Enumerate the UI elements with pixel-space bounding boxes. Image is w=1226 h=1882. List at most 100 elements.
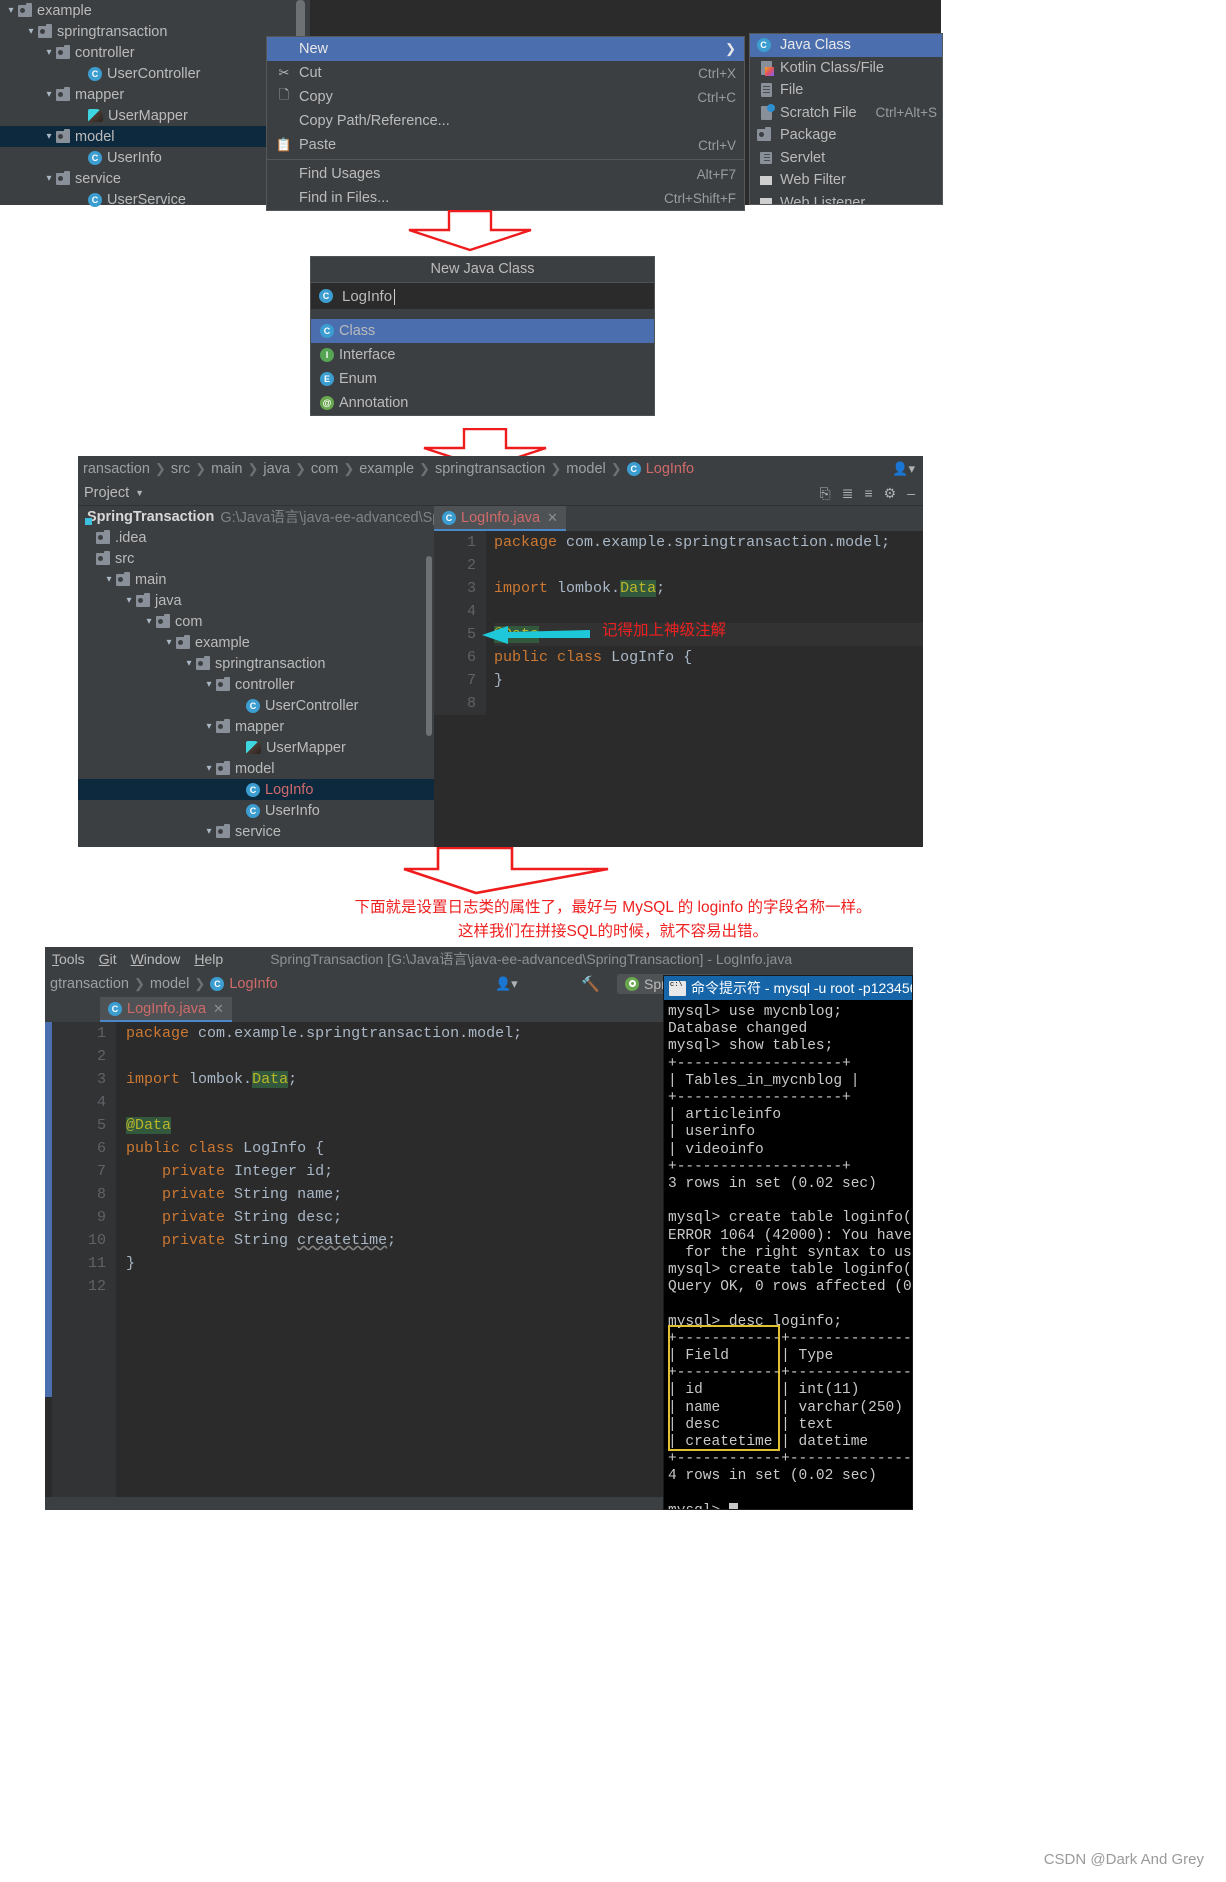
chevron-down-icon[interactable]: ▼ <box>129 488 144 498</box>
code-line[interactable]: } <box>494 669 923 692</box>
dialog-option-interface[interactable]: I Interface <box>311 343 654 367</box>
code-line[interactable]: package com.example.springtransaction.mo… <box>494 531 923 554</box>
context-menu[interactable]: New ❯ ✂ Cut Ctrl+X 🗋 Copy Ctrl+C Copy Path/Refer… <box>266 36 745 211</box>
breadcrumb-segment[interactable]: gtransaction <box>47 976 132 992</box>
breadcrumb-segment[interactable]: com <box>308 461 341 477</box>
tree-item--idea[interactable]: .idea <box>78 527 434 548</box>
tree-item-src[interactable]: src <box>78 548 434 569</box>
submenu-item-file[interactable]: File <box>750 79 942 102</box>
code-line[interactable] <box>494 554 923 577</box>
chevron-icon[interactable]: ▾ <box>42 47 56 58</box>
breadcrumb-segment[interactable]: C LogInfo <box>624 461 697 477</box>
menu-item-find-usages[interactable]: Find Usages Alt+F7 <box>267 162 744 186</box>
target-icon[interactable]: ⎘ <box>820 485 831 502</box>
breadcrumb-segment[interactable]: ransaction <box>80 461 153 477</box>
submenu-item-servlet[interactable]: Servlet <box>750 147 942 170</box>
code-line[interactable] <box>494 692 923 715</box>
tree-item-service[interactable]: ▾ service <box>0 168 268 189</box>
submenu-item-scratch-file[interactable]: Scratch File Ctrl+Alt+S <box>750 102 942 125</box>
tree-item-usermapper[interactable]: UserMapper <box>0 105 268 126</box>
chevron-icon[interactable]: ▾ <box>162 637 176 648</box>
chevron-icon[interactable]: ▾ <box>202 679 216 690</box>
submenu-item-kotlin-class-file[interactable]: Kotlin Class/File <box>750 57 942 80</box>
tree-item-mapper[interactable]: ▾ mapper <box>78 716 434 737</box>
tree-item-service[interactable]: ▾ service <box>78 821 434 842</box>
chevron-icon[interactable]: ▾ <box>4 5 18 16</box>
chevron-icon[interactable]: ▾ <box>142 616 156 627</box>
breadcrumb-segment[interactable]: model <box>147 976 193 992</box>
new-submenu[interactable]: C Java Class Kotlin Class/File File Scratch … <box>749 33 943 205</box>
hammer-icon[interactable]: 🔨 <box>581 975 600 993</box>
tree-item-springtransaction[interactable]: ▾ springtransaction <box>78 653 434 674</box>
menu-item-copy-path-reference[interactable]: Copy Path/Reference... <box>267 109 744 133</box>
tree-item-model[interactable]: ▾ model <box>0 126 268 147</box>
tree-item-usercontroller[interactable]: C UserController <box>78 695 434 716</box>
tree-item-controller[interactable]: ▾ controller <box>78 674 434 695</box>
tree-item-usermapper[interactable]: UserMapper <box>78 737 434 758</box>
tree-item-main[interactable]: ▾ main <box>78 569 434 590</box>
chevron-icon[interactable]: ▾ <box>202 721 216 732</box>
tree-scrollbar[interactable] <box>426 556 432 736</box>
dialog-option-class[interactable]: C Class <box>311 319 654 343</box>
menu-window[interactable]: Window <box>124 951 188 967</box>
breadcrumb-segment[interactable]: C LogInfo <box>207 976 280 992</box>
menu-item-paste[interactable]: 📋 Paste Ctrl+V <box>267 133 744 157</box>
minimize-icon[interactable]: – <box>907 485 915 501</box>
chevron-icon[interactable]: ▾ <box>42 173 56 184</box>
dialog-option-enum[interactable]: E Enum <box>311 367 654 391</box>
command-prompt-window[interactable]: 命令提示符 - mysql -u root -p123456 mysql> us… <box>663 975 913 1510</box>
menu-git[interactable]: Git <box>92 951 124 967</box>
new-java-class-dialog[interactable]: New Java Class C LogInfo C Class I Interfac… <box>310 256 655 416</box>
tree-item-userservice[interactable]: C UserService <box>0 189 268 210</box>
tree-item-model[interactable]: ▾ model <box>78 758 434 779</box>
chevron-icon[interactable]: ▾ <box>202 826 216 837</box>
breadcrumb-segment[interactable]: java <box>260 461 293 477</box>
gear-icon[interactable]: ⚙ <box>884 485 897 502</box>
class-name-input[interactable]: C LogInfo <box>311 282 654 309</box>
project-root-row[interactable]: SpringTransaction G:\Java语言\java-ee-adva… <box>78 506 434 527</box>
chevron-icon[interactable]: ▾ <box>24 26 38 37</box>
chevron-icon[interactable]: ▾ <box>102 574 116 585</box>
breadcrumb-segment[interactable]: springtransaction <box>432 461 548 477</box>
breadcrumb-segment[interactable]: src <box>168 461 193 477</box>
tab-loginfo-java-2[interactable]: C LogInfo.java ✕ <box>100 997 232 1022</box>
tree-item-example[interactable]: ▾ example <box>0 0 268 21</box>
chevron-icon[interactable]: ▾ <box>122 595 136 606</box>
submenu-item-web-listener[interactable]: Web Listener <box>750 192 942 204</box>
code-line[interactable]: public class LogInfo { <box>494 646 923 669</box>
close-icon[interactable]: ✕ <box>213 1001 224 1017</box>
breadcrumb-segment[interactable]: main <box>208 461 245 477</box>
project-panel-title[interactable]: Project <box>78 485 129 501</box>
submenu-item-web-filter[interactable]: Web Filter <box>750 169 942 192</box>
tree-item-mapper[interactable]: ▾ mapper <box>0 84 268 105</box>
breadcrumb-segment[interactable]: model <box>563 461 609 477</box>
chevron-icon[interactable]: ▾ <box>182 658 196 669</box>
tab-loginfo-java[interactable]: C LogInfo.java ✕ <box>434 506 566 531</box>
tree-item-loginfo[interactable]: C LogInfo <box>78 779 434 800</box>
avatar-icon[interactable]: 👤▾ <box>495 976 518 992</box>
tree-item-userinfo[interactable]: C UserInfo <box>78 800 434 821</box>
tree-item-usercontroller[interactable]: C UserController <box>0 63 268 84</box>
tree-item-controller[interactable]: ▾ controller <box>0 42 268 63</box>
menu-tools[interactable]: Tools <box>45 951 92 967</box>
breadcrumb-segment[interactable]: example <box>356 461 417 477</box>
chevron-icon[interactable]: ▾ <box>42 89 56 100</box>
menu-item-cut[interactable]: ✂ Cut Ctrl+X <box>267 61 744 85</box>
tree-item-userinfo[interactable]: C UserInfo <box>0 147 268 168</box>
menu-item-find-in-files[interactable]: Find in Files... Ctrl+Shift+F <box>267 186 744 210</box>
menu-item-new[interactable]: New ❯ <box>267 37 744 61</box>
chevron-icon[interactable]: ▾ <box>202 763 216 774</box>
tree-item-com[interactable]: ▾ com <box>78 611 434 632</box>
close-icon[interactable]: ✕ <box>547 510 558 526</box>
collapse-all-icon[interactable]: ≣ <box>842 485 854 502</box>
menu-help[interactable]: Help <box>187 951 230 967</box>
expand-all-icon[interactable]: ≡ <box>864 485 872 501</box>
submenu-item-java-class[interactable]: C Java Class <box>750 34 942 57</box>
code-line[interactable]: import lombok.Data; <box>494 577 923 600</box>
chevron-icon[interactable]: ▾ <box>42 131 56 142</box>
avatar-icon[interactable]: 👤▾ <box>892 461 915 477</box>
submenu-item-package[interactable]: Package <box>750 124 942 147</box>
tree-item-java[interactable]: ▾ java <box>78 590 434 611</box>
menu-item-copy[interactable]: 🗋 Copy Ctrl+C <box>267 85 744 109</box>
dialog-option-annotation[interactable]: @ Annotation <box>311 391 654 415</box>
